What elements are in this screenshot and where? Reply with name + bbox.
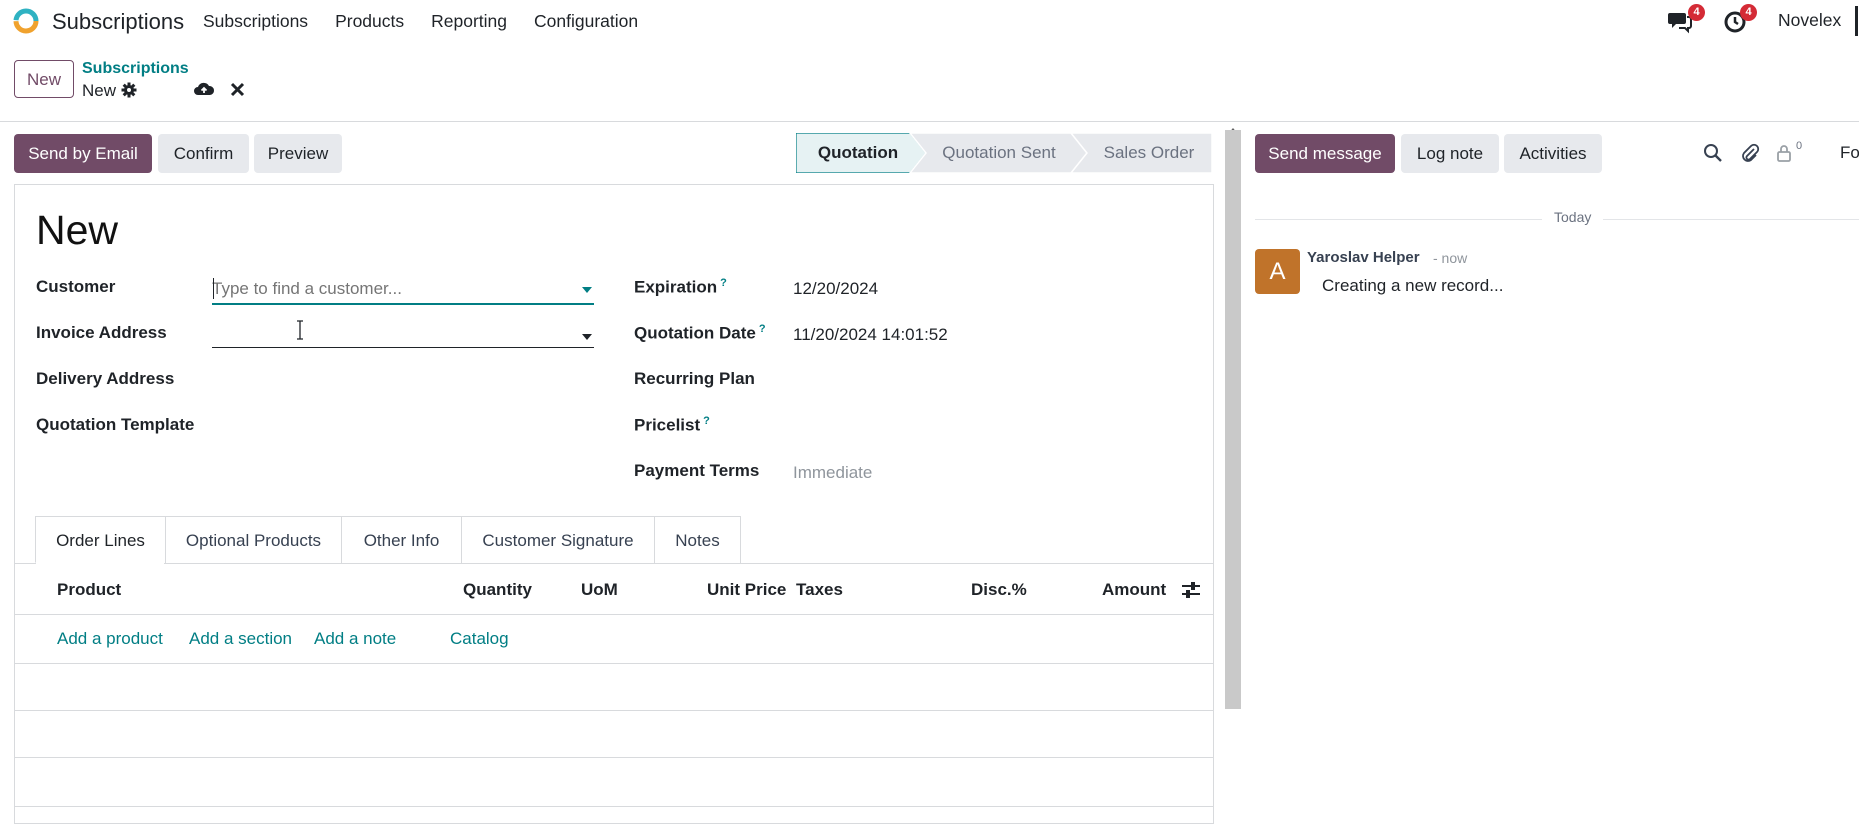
followers-lock-icon[interactable] xyxy=(1774,143,1794,163)
breadcrumb-current: New xyxy=(82,81,117,100)
menu-item-configuration[interactable]: Configuration xyxy=(534,11,638,32)
message-body: Creating a new record... xyxy=(1322,276,1504,295)
invoice-address-dropdown-caret-icon[interactable] xyxy=(582,334,592,340)
pricelist-label: Pricelist? xyxy=(634,415,710,435)
today-separator-left xyxy=(1255,219,1542,220)
stage-quotation-sent[interactable]: Quotation Sent xyxy=(924,133,1074,173)
confirm-button[interactable]: Confirm xyxy=(158,134,249,173)
search-icon[interactable] xyxy=(1703,143,1723,163)
column-unit-price[interactable]: Unit Price xyxy=(707,580,786,600)
attachment-paperclip-icon[interactable] xyxy=(1740,143,1760,163)
active-tab-gap xyxy=(36,562,164,564)
customer-dropdown-caret-icon[interactable] xyxy=(582,287,592,293)
customer-input-underline xyxy=(212,303,594,305)
quotation-date-help-icon[interactable]: ? xyxy=(759,323,766,335)
tab-optional-products[interactable]: Optional Products xyxy=(165,516,342,563)
user-avatar-edge[interactable] xyxy=(1855,6,1858,36)
invoice-address-input[interactable] xyxy=(212,320,594,346)
quotation-template-label: Quotation Template xyxy=(36,415,195,434)
table-row-divider xyxy=(15,663,1213,664)
message-author[interactable]: Yaroslav Helper xyxy=(1307,249,1420,266)
send-message-button[interactable]: Send message xyxy=(1255,134,1395,173)
stage-quotation[interactable]: Quotation xyxy=(796,133,920,173)
expiration-value[interactable]: 12/20/2024 xyxy=(793,279,878,299)
table-row-divider xyxy=(15,806,1213,807)
new-button[interactable]: New xyxy=(14,60,74,98)
payment-terms-input[interactable]: Immediate xyxy=(793,463,872,483)
message-date: - now xyxy=(1433,250,1468,266)
recurring-plan-label: Recurring Plan xyxy=(634,369,755,388)
table-row-divider xyxy=(15,757,1213,758)
log-note-button[interactable]: Log note xyxy=(1401,134,1499,173)
company-switcher[interactable]: Novelex xyxy=(1778,10,1841,31)
ibeam-cursor-icon xyxy=(297,320,303,340)
expiration-help-icon[interactable]: ? xyxy=(720,277,727,289)
messages-badge: 4 xyxy=(1688,4,1705,21)
tab-other-info[interactable]: Other Info xyxy=(341,516,462,563)
invoice-address-underline xyxy=(212,347,594,348)
breadcrumb-parent[interactable]: Subscriptions xyxy=(82,60,189,78)
quotation-date-value[interactable]: 11/20/2024 14:01:52 xyxy=(793,325,948,345)
catalog-link[interactable]: Catalog xyxy=(450,629,509,649)
odoo-app-logo-icon[interactable] xyxy=(12,7,40,35)
main-menu: Subscriptions Products Reporting Configu… xyxy=(203,11,665,32)
menu-item-subscriptions[interactable]: Subscriptions xyxy=(203,11,308,32)
tabs-baseline xyxy=(15,563,1213,564)
quotation-date-label: Quotation Date? xyxy=(634,323,766,343)
invoice-address-label: Invoice Address xyxy=(36,323,167,342)
tab-notes[interactable]: Notes xyxy=(654,516,741,563)
tab-customer-signature[interactable]: Customer Signature xyxy=(461,516,655,563)
stage-sales-order[interactable]: Sales Order xyxy=(1086,133,1212,173)
form-scrollbar[interactable] xyxy=(1225,130,1241,709)
add-note-link[interactable]: Add a note xyxy=(314,629,396,649)
preview-button[interactable]: Preview xyxy=(254,134,342,173)
form-sheet xyxy=(14,184,1214,824)
follow-button[interactable]: Fo xyxy=(1840,143,1859,163)
record-title: New xyxy=(36,207,119,253)
add-section-link[interactable]: Add a section xyxy=(189,629,292,649)
activities-badge: 4 xyxy=(1740,4,1757,21)
app-name[interactable]: Subscriptions xyxy=(52,9,184,35)
column-amount[interactable]: Amount xyxy=(1102,580,1166,600)
column-taxes[interactable]: Taxes xyxy=(796,580,843,600)
column-uom[interactable]: UoM xyxy=(581,580,618,600)
text-cursor xyxy=(213,278,214,299)
table-header-divider xyxy=(15,614,1213,615)
menu-item-products[interactable]: Products xyxy=(335,11,404,32)
discard-close-icon[interactable] xyxy=(230,82,245,97)
delivery-address-label: Delivery Address xyxy=(36,369,175,388)
table-row-divider xyxy=(15,710,1213,711)
today-separator-right xyxy=(1603,219,1859,220)
customer-label: Customer xyxy=(36,277,116,296)
send-by-email-button[interactable]: Send by Email xyxy=(14,134,152,173)
pricelist-help-icon[interactable]: ? xyxy=(703,415,710,427)
control-panel-divider xyxy=(0,121,1859,122)
followers-count: 0 xyxy=(1796,140,1803,152)
column-discount[interactable]: Disc.% xyxy=(971,580,1027,600)
customer-input[interactable] xyxy=(212,277,592,301)
column-quantity[interactable]: Quantity xyxy=(463,580,532,600)
gear-icon[interactable] xyxy=(121,82,137,98)
column-product[interactable]: Product xyxy=(57,580,121,600)
expiration-label: Expiration? xyxy=(634,277,727,297)
save-cloud-icon[interactable] xyxy=(193,80,215,98)
optional-columns-sliders-icon[interactable] xyxy=(1181,581,1201,599)
tab-order-lines[interactable]: Order Lines xyxy=(35,516,166,563)
add-product-link[interactable]: Add a product xyxy=(57,629,163,649)
menu-item-reporting[interactable]: Reporting xyxy=(431,11,507,32)
avatar[interactable]: A xyxy=(1255,249,1300,294)
activities-button[interactable]: Activities xyxy=(1504,134,1602,173)
payment-terms-label: Payment Terms xyxy=(634,461,760,480)
today-label: Today xyxy=(1554,209,1592,225)
top-navbar: Subscriptions Subscriptions Products Rep… xyxy=(0,0,1859,42)
